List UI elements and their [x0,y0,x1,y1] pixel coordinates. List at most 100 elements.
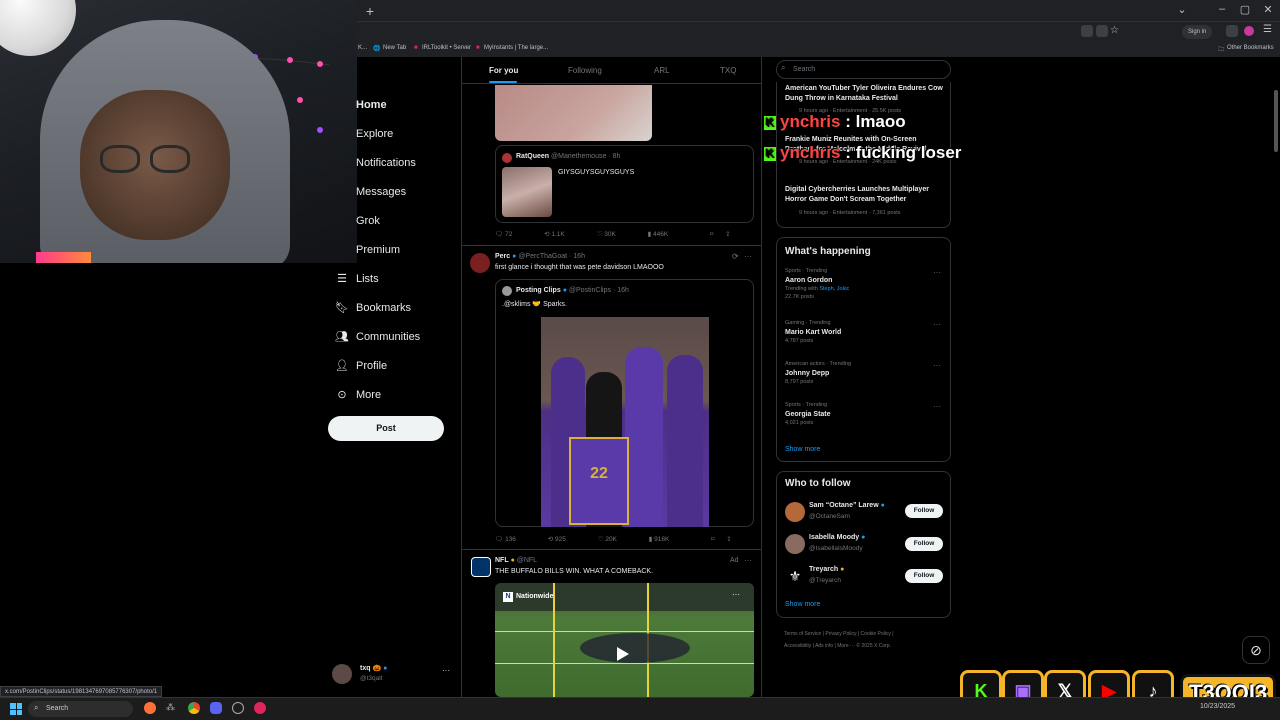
start-button[interactable] [10,703,22,715]
more-dots-icon[interactable]: ··· [933,402,941,411]
nav-premium[interactable]: Premium [328,235,458,264]
trend-item[interactable]: Gaming · Trending Mario Kart World 4,787… [785,320,945,344]
bookmark-icon[interactable]: ⌑ [710,231,713,238]
nav-profile[interactable]: 👤︎ Profile [328,351,458,380]
views-icon[interactable]: ▮ [649,536,653,543]
more-dots-icon[interactable]: ··· [933,361,941,370]
footer-link[interactable]: Ads info [815,643,833,649]
more-dots-icon[interactable]: ··· [442,666,450,675]
video-player[interactable]: N Nationwide ··· [495,583,754,697]
avatar[interactable] [470,253,490,273]
star-icon[interactable]: ☆ [1110,25,1119,36]
news-headline[interactable]: Digital Cybercherries Launches Multiplay… [785,185,945,205]
author-name[interactable]: NFL [495,557,509,564]
follow-button[interactable]: Follow [905,569,943,583]
author-handle[interactable]: @PercThaGoat · 16h [518,253,585,260]
nav-bookmarks[interactable]: 🔖︎ Bookmarks [328,293,458,322]
tab-arl[interactable]: ARL [654,66,670,75]
author-name[interactable]: Perc [495,253,510,260]
search-input[interactable]: Search [776,60,951,79]
nav-home[interactable]: Home [328,90,458,119]
trend-item[interactable]: American actors · Trending Johnny Depp 8… [785,361,945,385]
nav-more[interactable]: ⊙ More [328,380,458,409]
more-dots-icon[interactable]: ··· [933,268,941,277]
grok-icon[interactable]: ⟳ [732,252,739,261]
retweet-icon[interactable]: ⟲ [548,536,553,543]
quoted-tweet[interactable]: Posting Clips ● @PostinClips · 16h .@skl… [495,279,754,527]
tab-following[interactable]: Following [568,66,602,75]
profile-avatar-icon[interactable] [1244,26,1254,36]
obs-icon[interactable] [232,702,244,714]
nav-grok[interactable]: Grok [328,206,458,235]
more-dots-icon[interactable]: ··· [933,320,941,329]
install-app-icon[interactable] [1096,25,1108,37]
minimize-button[interactable]: – [1210,3,1234,15]
quote-thumbnail[interactable] [502,167,552,217]
tab-list-chevron-icon[interactable]: ⌄ [1170,3,1194,16]
bookmark-irltoolkit[interactable]: IRLToolkit • Server [422,45,471,51]
nav-notifications[interactable]: Notifications [328,148,458,177]
views-icon[interactable]: ▮ [648,231,652,238]
video-more-icon[interactable]: ··· [732,590,740,599]
tweet-image[interactable] [495,85,652,141]
share-icon[interactable]: ⇪ [726,536,731,543]
play-icon[interactable] [617,647,629,661]
footer-link[interactable]: Privacy Policy [825,631,856,637]
more-dots-icon[interactable]: ··· [744,556,752,565]
nfl-logo-avatar[interactable] [471,557,491,577]
like-icon[interactable]: ♡ [598,536,604,543]
reply-icon[interactable]: 🗨︎ [495,536,503,543]
extensions-icon[interactable] [1226,25,1238,37]
treyarch-logo-icon[interactable]: ⚜ [785,566,805,586]
footer-link[interactable]: Terms of Service [784,631,821,637]
chrome-icon[interactable] [188,702,200,714]
quoted-tweet[interactable]: RatQueen @Mariethemouse · 8h GIYSGUYSGUY… [495,145,754,223]
trend-item[interactable]: Sports · Trending Georgia State 4,021 po… [785,402,945,426]
new-tab-button[interactable]: + [362,3,378,19]
app-icon[interactable] [254,702,266,714]
taskbar-search[interactable]: Search [28,701,133,717]
firefox-icon[interactable] [144,702,156,714]
more-dots-icon[interactable]: ··· [744,252,752,261]
tab-txq[interactable]: TXQ [720,66,736,75]
nav-messages[interactable]: Messages [328,177,458,206]
post-button[interactable]: Post [328,416,444,441]
close-window-button[interactable]: ✕ [1256,3,1280,16]
maximize-button[interactable]: ▢ [1233,3,1257,16]
footer-link[interactable]: Accessibility [784,643,811,649]
bookmark-new-tab[interactable]: New Tab [383,45,406,51]
like-icon[interactable]: ♡ [597,231,603,238]
reply-icon[interactable]: 🗨︎ [495,231,503,238]
follow-button[interactable]: Follow [905,537,943,551]
tweet-photo[interactable]: 22 [541,317,709,527]
news-headline[interactable]: American YouTuber Tyler Oliveira Endures… [785,84,945,104]
discord-icon[interactable] [210,702,222,714]
other-bookmarks[interactable]: Other Bookmarks [1227,45,1274,51]
suggested-user-name[interactable]: Sam “Octane” Larew ● [809,502,885,509]
tab-for-you[interactable]: For you [489,66,518,75]
author-handle[interactable]: @NFL [517,557,537,564]
suggested-user-name[interactable]: Treyarch ● [809,566,844,573]
avatar[interactable] [785,534,805,554]
menu-icon[interactable]: ☰ [1263,24,1272,35]
page-scrollbar[interactable] [1274,90,1278,152]
bookmark-myinstants[interactable]: MyInstants | The large... [484,45,548,51]
nav-communities[interactable]: 👥︎ Communities [328,322,458,351]
nav-explore[interactable]: Explore [328,119,458,148]
retweet-icon[interactable]: ⟲ [544,231,549,238]
show-more-link[interactable]: Show more [785,601,820,608]
nav-lists[interactable]: ☰ Lists [328,264,458,293]
share-icon[interactable]: ⇪ [725,231,730,238]
avatar[interactable] [785,502,805,522]
footer-link[interactable]: More ··· [837,643,855,649]
trend-with-links[interactable]: Steph, Jokic [819,286,849,292]
show-more-link[interactable]: Show more [785,446,820,453]
footer-link[interactable]: Cookie Policy [861,631,891,637]
grok-floating-button[interactable]: ⊘ [1242,636,1270,664]
taskview-icon[interactable]: ⁂ [166,702,175,713]
trend-item[interactable]: Sports · Trending Aaron Gordon Trending … [785,268,945,300]
bookmark-item[interactable]: K... [358,45,367,51]
screenshot-icon[interactable] [1081,25,1093,37]
sign-in-button[interactable]: Sign in [1182,25,1213,39]
suggested-user-name[interactable]: Isabella Moody ● [809,534,865,541]
